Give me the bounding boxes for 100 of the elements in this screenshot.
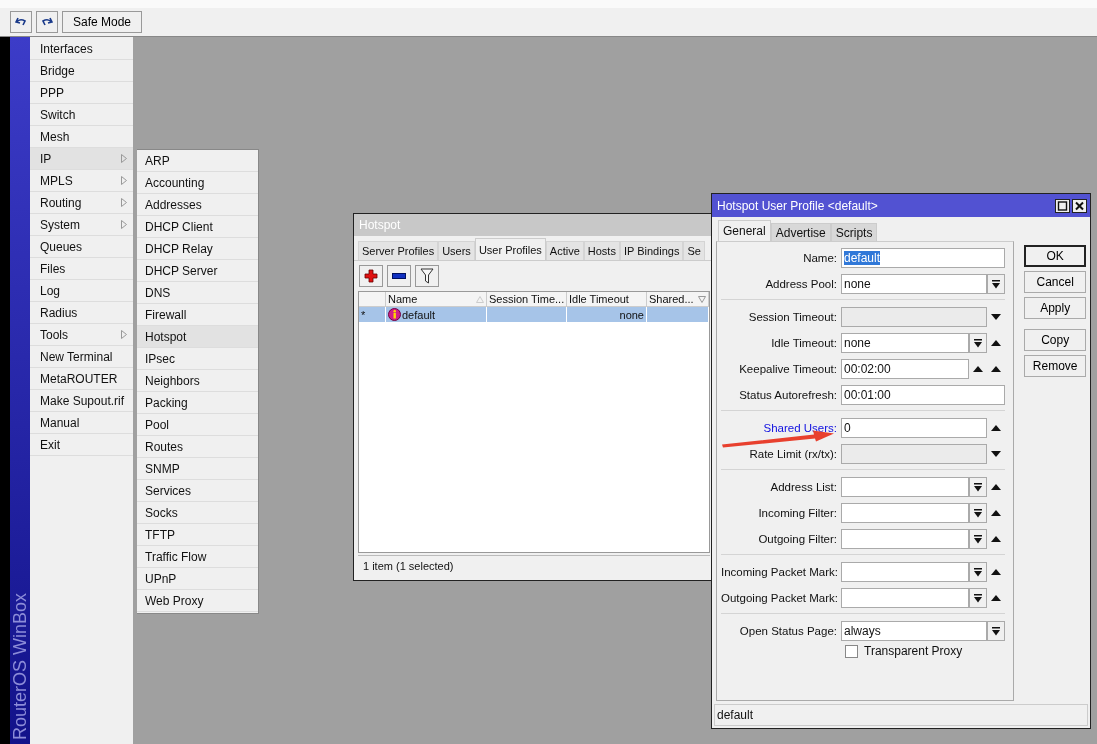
field-label: Name: bbox=[802, 252, 837, 264]
input-field[interactable]: 0 bbox=[841, 418, 988, 438]
menu-item[interactable]: Pool bbox=[137, 414, 258, 436]
checkbox[interactable] bbox=[845, 644, 858, 658]
menu-item[interactable]: Packing bbox=[137, 392, 258, 414]
menu-item[interactable]: TFTP bbox=[137, 524, 258, 546]
add-button[interactable] bbox=[359, 265, 383, 287]
input-field[interactable]: always bbox=[841, 621, 988, 641]
tab[interactable]: General bbox=[718, 220, 771, 241]
menu-item[interactable]: Services bbox=[137, 480, 258, 502]
dropdown-button[interactable] bbox=[969, 477, 988, 497]
tab[interactable]: Se bbox=[683, 241, 705, 260]
field-label: Status Autorefresh: bbox=[738, 389, 837, 401]
field-label: Session Timeout: bbox=[747, 311, 837, 323]
tab[interactable]: Hosts bbox=[583, 241, 620, 260]
safe-mode-button[interactable]: Safe Mode bbox=[62, 11, 143, 33]
window-title: Hotspot User Profile <default> bbox=[717, 198, 878, 213]
menu-item[interactable]: DHCP Server bbox=[137, 260, 258, 282]
field-label: Shared Users: bbox=[762, 422, 837, 434]
menu-item[interactable]: Neighbors bbox=[137, 370, 258, 392]
field-label: Outgoing Filter: bbox=[757, 533, 837, 545]
tab[interactable]: Server Profiles bbox=[358, 241, 439, 260]
up-arrow-icon[interactable] bbox=[991, 536, 1002, 542]
tab[interactable]: User Profiles bbox=[474, 238, 546, 260]
column-header[interactable]: Idle Timeout bbox=[567, 292, 647, 307]
down-arrow-icon[interactable] bbox=[991, 451, 1002, 457]
tab[interactable]: Advertise bbox=[770, 223, 831, 241]
up-arrow-icon[interactable] bbox=[991, 484, 1002, 490]
dropdown-icon bbox=[974, 482, 983, 492]
menu-item[interactable]: DHCP Relay bbox=[137, 238, 258, 260]
dialog-button[interactable]: Remove bbox=[1024, 355, 1086, 377]
dropdown-button[interactable] bbox=[969, 588, 988, 608]
down-arrow-icon[interactable] bbox=[991, 314, 1002, 320]
field-label: Address Pool: bbox=[764, 278, 837, 290]
dropdown-icon bbox=[974, 567, 983, 577]
dropdown-icon bbox=[992, 626, 1001, 636]
menu-item[interactable]: ARP bbox=[137, 150, 258, 172]
table-row[interactable]: * default none bbox=[359, 307, 709, 322]
menu-item[interactable]: Routes bbox=[137, 436, 258, 458]
dropdown-button[interactable] bbox=[969, 529, 988, 549]
column-header[interactable]: Shared... bbox=[647, 292, 709, 307]
filter-button[interactable] bbox=[415, 265, 439, 287]
field-label: Incoming Filter: bbox=[757, 507, 837, 519]
tab[interactable]: Scripts bbox=[830, 223, 878, 241]
input-field[interactable]: default bbox=[841, 248, 1006, 268]
minus-icon bbox=[392, 273, 406, 279]
input-field[interactable]: 00:02:00 bbox=[841, 359, 970, 379]
up-arrow-icon[interactable] bbox=[991, 569, 1002, 575]
tab[interactable]: Active bbox=[545, 241, 584, 260]
up-arrow-icon[interactable] bbox=[991, 425, 1002, 431]
menu-item[interactable]: IPsec bbox=[137, 348, 258, 370]
menu-item[interactable]: Hotspot bbox=[137, 326, 258, 348]
menu-item[interactable]: IP bbox=[30, 148, 133, 170]
dialog-button[interactable]: Copy bbox=[1024, 329, 1086, 351]
input-field[interactable]: 00:01:00 bbox=[841, 385, 1006, 405]
menu-item[interactable]: Traffic Flow bbox=[137, 546, 258, 568]
dropdown-icon bbox=[992, 279, 1001, 289]
up-arrow-icon[interactable] bbox=[973, 366, 984, 372]
undo-button[interactable] bbox=[10, 11, 32, 33]
input-field[interactable] bbox=[841, 503, 970, 523]
filter-icon bbox=[420, 268, 434, 284]
menu-item[interactable]: UPnP bbox=[137, 568, 258, 590]
menu-item[interactable]: Socks bbox=[137, 502, 258, 524]
menu-item[interactable]: Web Proxy bbox=[137, 590, 258, 612]
input-field[interactable] bbox=[841, 477, 970, 497]
maximize-icon[interactable] bbox=[1055, 198, 1070, 213]
plus-icon bbox=[364, 269, 378, 283]
dropdown-button[interactable] bbox=[987, 621, 1006, 641]
up-arrow-icon[interactable] bbox=[991, 510, 1002, 516]
dropdown-button[interactable] bbox=[969, 503, 988, 523]
field-label: Rate Limit (rx/tx): bbox=[748, 448, 837, 460]
redo-button[interactable] bbox=[36, 11, 58, 33]
up-arrow-icon[interactable] bbox=[991, 366, 1002, 372]
close-icon[interactable] bbox=[1072, 198, 1087, 213]
dialog-button[interactable]: Apply bbox=[1024, 297, 1086, 319]
sort-icon bbox=[698, 295, 706, 303]
input-field[interactable]: none bbox=[841, 274, 988, 294]
input-field[interactable] bbox=[841, 529, 970, 549]
dropdown-button[interactable] bbox=[969, 562, 988, 582]
dialog-button[interactable]: Cancel bbox=[1024, 271, 1086, 293]
dropdown-button[interactable] bbox=[987, 274, 1006, 294]
field-label: Outgoing Packet Mark: bbox=[721, 592, 837, 604]
row-marker: * bbox=[361, 308, 366, 321]
dialog-button[interactable]: OK bbox=[1024, 245, 1086, 267]
column-header[interactable]: Name bbox=[386, 292, 487, 307]
menu-item[interactable]: Accounting bbox=[137, 172, 258, 194]
tab[interactable]: Users bbox=[438, 241, 475, 260]
menu-item[interactable]: DHCP Client bbox=[137, 216, 258, 238]
column-header[interactable]: Session Time... bbox=[487, 292, 567, 307]
dropdown-button[interactable] bbox=[969, 333, 988, 353]
menu-item[interactable]: DNS bbox=[137, 282, 258, 304]
up-arrow-icon[interactable] bbox=[991, 595, 1002, 601]
input-field[interactable] bbox=[841, 588, 970, 608]
menu-item[interactable]: SNMP bbox=[137, 458, 258, 480]
input-field[interactable]: none bbox=[841, 333, 970, 353]
tab[interactable]: IP Bindings bbox=[619, 241, 684, 260]
input-field[interactable] bbox=[841, 562, 970, 582]
menu-item[interactable]: Addresses bbox=[137, 194, 258, 216]
up-arrow-icon[interactable] bbox=[991, 340, 1002, 346]
remove-button[interactable] bbox=[387, 265, 411, 287]
